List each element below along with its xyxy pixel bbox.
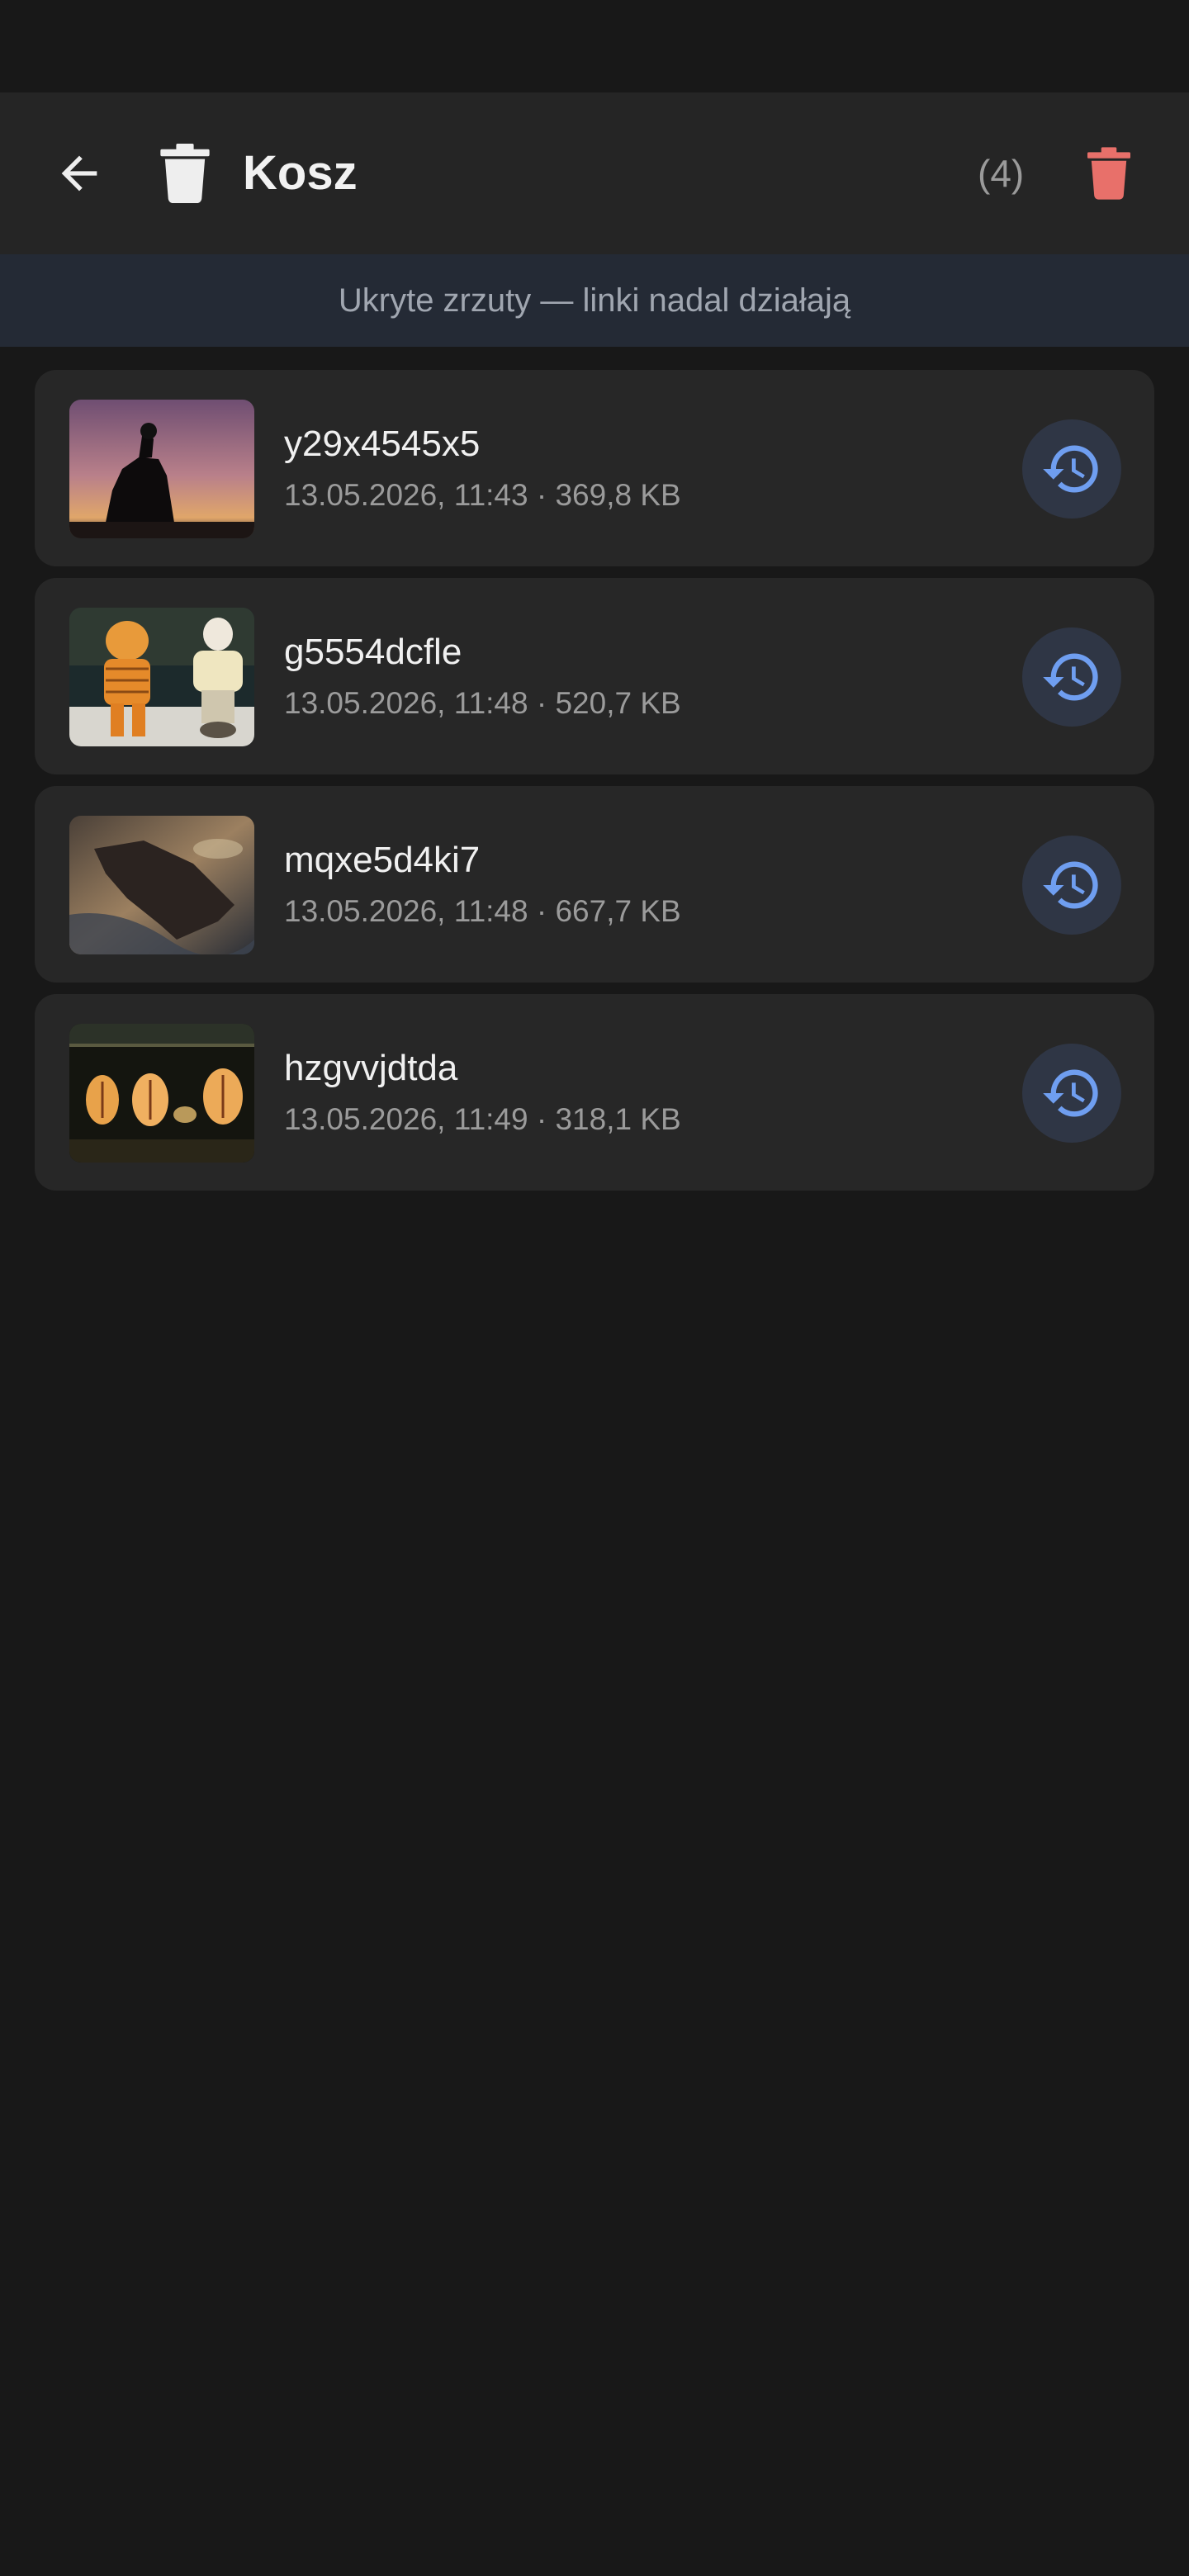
trash-icon bbox=[160, 144, 210, 203]
delete-all-icon bbox=[1087, 147, 1130, 200]
banner-text: Ukryte zrzuty — linki nadal działają bbox=[338, 282, 851, 319]
restore-button[interactable] bbox=[1022, 419, 1121, 519]
astronaut-figures-photo bbox=[69, 608, 254, 746]
file-name: mqxe5d4ki7 bbox=[284, 840, 481, 880]
trash-list: y29x4545x5 13.05.2026, 11:43 · 369,8 KB bbox=[35, 370, 1154, 1202]
file-meta: 13.05.2026, 11:48 · 520,7 KB bbox=[284, 686, 681, 720]
restore-history-icon bbox=[1043, 653, 1098, 701]
list-item[interactable]: hzgvvjdtda 13.05.2026, 11:49 · 318,1 KB bbox=[35, 994, 1154, 1191]
file-meta: 13.05.2026, 11:43 · 369,8 KB bbox=[284, 478, 681, 512]
restore-history-icon bbox=[1043, 1069, 1098, 1117]
info-banner: Ukryte zrzuty — linki nadal działają bbox=[0, 254, 1189, 347]
file-meta: 13.05.2026, 11:49 · 318,1 KB bbox=[284, 1102, 681, 1136]
arrow-back-icon bbox=[61, 155, 97, 192]
island-sea-photo bbox=[69, 816, 254, 954]
empty-trash-button[interactable] bbox=[1073, 137, 1144, 210]
list-item[interactable]: mqxe5d4ki7 13.05.2026, 11:48 · 667,7 KB bbox=[35, 786, 1154, 983]
restore-history-icon bbox=[1043, 445, 1098, 493]
file-name: g5554dcfle bbox=[284, 632, 462, 672]
list-item[interactable]: y29x4545x5 13.05.2026, 11:43 · 369,8 KB bbox=[35, 370, 1154, 566]
list-item[interactable]: g5554dcfle 13.05.2026, 11:48 · 520,7 KB bbox=[35, 578, 1154, 774]
trash-count: (4) bbox=[978, 152, 1025, 195]
page-title: Kosz bbox=[243, 146, 358, 200]
status-bar bbox=[0, 0, 1189, 92]
file-name: hzgvvjdtda bbox=[284, 1048, 458, 1088]
restore-history-icon bbox=[1043, 861, 1098, 909]
file-meta: 13.05.2026, 11:48 · 667,7 KB bbox=[284, 894, 681, 928]
paper-lanterns-photo bbox=[69, 1024, 254, 1163]
restore-button[interactable] bbox=[1022, 836, 1121, 935]
back-button[interactable] bbox=[46, 140, 112, 206]
file-name: y29x4545x5 bbox=[284, 424, 481, 464]
app-bar: Kosz (4) bbox=[0, 92, 1189, 254]
restore-button[interactable] bbox=[1022, 1044, 1121, 1143]
restore-button[interactable] bbox=[1022, 627, 1121, 727]
sunset-rock-photo bbox=[69, 400, 254, 538]
